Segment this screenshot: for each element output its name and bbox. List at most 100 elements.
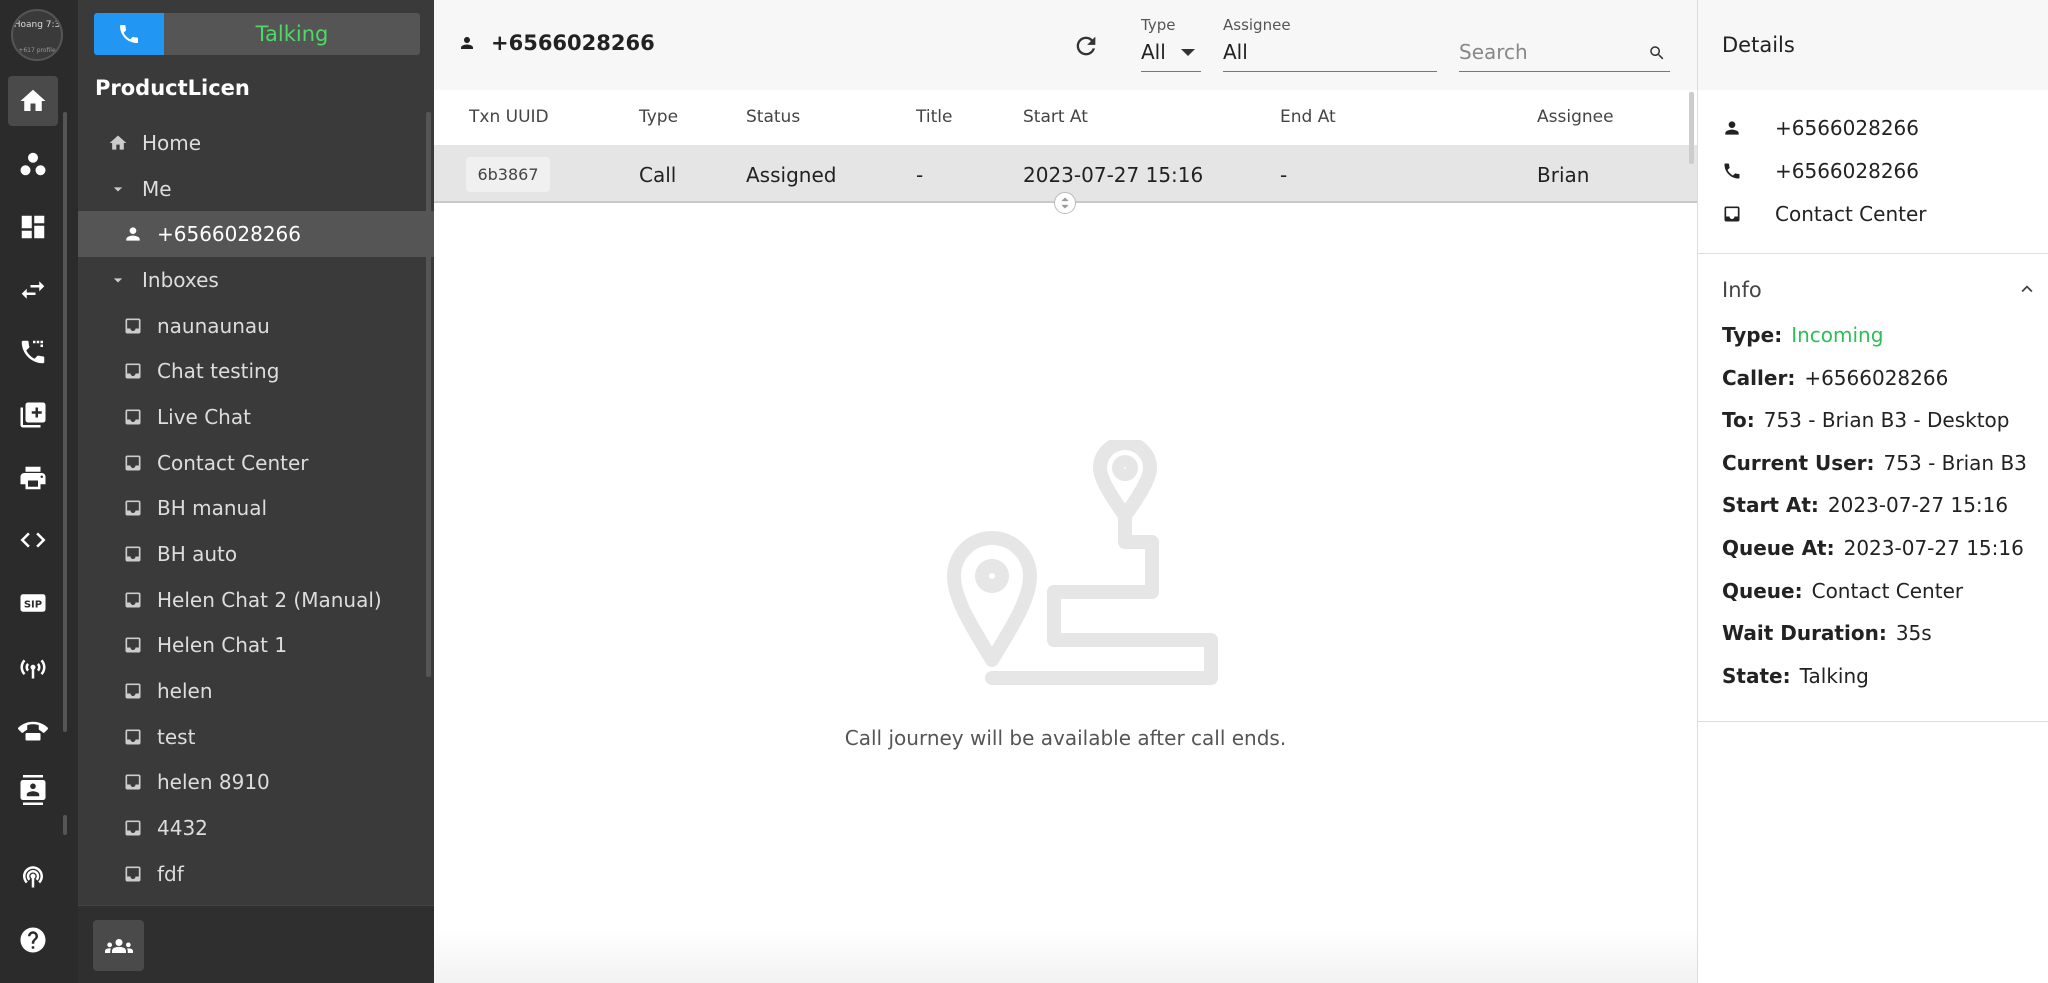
- info-key: Wait Duration:: [1722, 621, 1887, 646]
- caret-down-icon: [108, 179, 128, 199]
- search-underline: [1459, 71, 1670, 72]
- avatar[interactable]: Hoang 7:3 +617 profile: [11, 9, 63, 61]
- inbox-icon: [123, 635, 143, 655]
- call-status-button[interactable]: Talking: [164, 13, 420, 55]
- telephone-icon[interactable]: [8, 703, 58, 753]
- column-header-end-at[interactable]: End At: [1280, 107, 1336, 127]
- nav-item-phone[interactable]: +6566028266: [78, 211, 434, 258]
- info-value: 753 - Brian B3: [1883, 450, 2027, 475]
- help-icon[interactable]: [8, 915, 58, 965]
- avatar-sub: +617 profile: [18, 47, 56, 54]
- column-header-uuid[interactable]: Txn UUID: [469, 107, 549, 127]
- nav-item-inbox[interactable]: Contact Center: [78, 440, 434, 486]
- nav-item-label: BH auto: [157, 542, 238, 567]
- inbox-icon: [123, 316, 143, 336]
- svg-text:SIP: SIP: [24, 599, 42, 610]
- nav-item-home[interactable]: Home: [78, 120, 434, 166]
- type-filter-underline: [1141, 71, 1201, 72]
- resize-handle[interactable]: [1054, 192, 1076, 214]
- chevron-down-icon[interactable]: [1181, 49, 1195, 56]
- inbox-icon: [123, 772, 143, 792]
- nav-item-inbox[interactable]: test: [78, 714, 434, 760]
- inbox-icon: [123, 864, 143, 884]
- nav-item-inbox[interactable]: BH auto: [78, 531, 434, 577]
- person-icon: [123, 224, 143, 244]
- details-title: Details: [1722, 33, 1795, 57]
- page-title: +6566028266: [491, 31, 655, 55]
- info-value: Talking: [1799, 663, 1869, 688]
- nav-item-inbox[interactable]: 4432: [78, 805, 434, 851]
- search-input[interactable]: Search: [1459, 40, 1528, 64]
- info-value: 753 - Brian B3 - Desktop: [1763, 408, 2010, 433]
- nav-item-inbox[interactable]: helen 8910: [78, 760, 434, 806]
- divider: [1698, 253, 2048, 254]
- cell-type: Call: [639, 163, 677, 187]
- detail-contact-inbox-value: Contact Center: [1775, 202, 1927, 226]
- contacts-icon[interactable]: [8, 139, 58, 189]
- inbox-icon: [123, 453, 143, 473]
- detail-contact-name: +6566028266: [1722, 116, 1919, 140]
- reports-icon[interactable]: [8, 390, 58, 440]
- nav-item-inboxes[interactable]: Inboxes: [78, 257, 434, 303]
- nav-item-inbox[interactable]: naunaunau: [78, 303, 434, 349]
- contact-card-icon[interactable]: [8, 765, 58, 815]
- column-header-type[interactable]: Type: [639, 107, 678, 127]
- info-section-title[interactable]: Info: [1722, 278, 1762, 302]
- sip-icon[interactable]: SIP: [8, 578, 58, 628]
- rail-scrollbar-thumb[interactable]: [63, 815, 67, 835]
- info-row: Queue At: 2023-07-27 15:16: [1722, 536, 2024, 560]
- team-button[interactable]: [93, 920, 144, 971]
- phone-button[interactable]: [94, 13, 164, 55]
- assignee-filter-input[interactable]: All: [1223, 40, 1248, 64]
- cell-status: Assigned: [746, 163, 837, 187]
- column-header-title[interactable]: Title: [916, 107, 952, 127]
- main-panel: +6566028266 Type All Assignee All Search…: [434, 0, 1697, 983]
- person-icon: [461, 37, 473, 49]
- nav-item-label: helen: [157, 679, 213, 704]
- nav-item-inbox[interactable]: Helen Chat 2 (Manual): [78, 577, 434, 623]
- refresh-icon[interactable]: [1072, 32, 1100, 60]
- type-filter-select[interactable]: All: [1141, 40, 1166, 64]
- nav-item-inbox[interactable]: Live Chat: [78, 394, 434, 440]
- nav-item-label: naunaunau: [157, 313, 270, 338]
- nav-item-me[interactable]: Me: [78, 166, 434, 212]
- detail-contact-inbox: Contact Center: [1722, 202, 1926, 226]
- info-value: 35s: [1895, 621, 1932, 646]
- nav-item-label: Contact Center: [157, 450, 309, 475]
- caret-down-icon: [108, 270, 128, 290]
- code-icon[interactable]: [8, 515, 58, 565]
- assignee-filter-underline: [1223, 71, 1437, 72]
- rail-scrollbar[interactable]: [63, 112, 67, 732]
- nav-list: Home Me +6566028266 Inboxes naunaunau Cha…: [78, 120, 434, 897]
- signal-icon[interactable]: [8, 850, 58, 900]
- column-header-start-at[interactable]: Start At: [1023, 107, 1088, 127]
- dashboard-icon[interactable]: [8, 202, 58, 252]
- inbox-icon: [1724, 206, 1740, 222]
- nav-item-inbox[interactable]: Helen Chat 1: [78, 623, 434, 669]
- nav-item-inbox[interactable]: fdf: [78, 851, 434, 897]
- nav-item-inbox[interactable]: helen: [78, 668, 434, 714]
- nav-item-inbox[interactable]: BH manual: [78, 486, 434, 532]
- inbox-icon: [123, 590, 143, 610]
- org-title: ProductLicen: [95, 76, 250, 100]
- nav-scrollbar[interactable]: [426, 112, 431, 677]
- broadcast-icon[interactable]: [8, 641, 58, 691]
- inbox-list: naunaunau Chat testing Live Chat Contact Ce…: [78, 303, 434, 897]
- info-key: To:: [1722, 408, 1755, 433]
- info-key: Current User:: [1722, 450, 1875, 475]
- home-icon[interactable]: [8, 76, 58, 126]
- call-log-icon[interactable]: [8, 327, 58, 377]
- info-key: State:: [1722, 663, 1791, 688]
- nav-item-inbox[interactable]: Chat testing: [78, 348, 434, 394]
- print-icon[interactable]: [8, 453, 58, 503]
- table-scrollbar[interactable]: [1689, 92, 1694, 164]
- info-value: +6566028266: [1804, 365, 1949, 390]
- chevron-up-icon[interactable]: [2016, 278, 2038, 300]
- search-icon[interactable]: [1648, 44, 1666, 62]
- inbox-icon: [123, 818, 143, 838]
- nav-item-label: Me: [142, 176, 172, 201]
- uuid-chip[interactable]: 6b3867: [466, 157, 550, 192]
- transfer-icon[interactable]: [8, 265, 58, 315]
- column-header-assignee[interactable]: Assignee: [1537, 107, 1614, 127]
- column-header-status[interactable]: Status: [746, 107, 800, 127]
